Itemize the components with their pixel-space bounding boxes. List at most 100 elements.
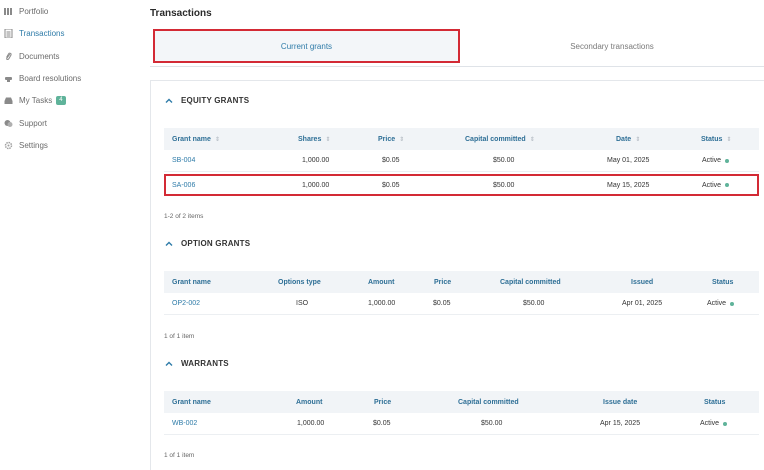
sort-icon: ⇕ [635,136,641,143]
pagination-info: 1 of 1 item [164,452,195,459]
page-title: Transactions [150,8,212,19]
issue-date-cell: Apr 15, 2025 [600,420,641,427]
pagination-info: 1-2 of 2 items [164,213,204,220]
sort-icon: ⇕ [325,136,331,143]
sidebar-item-settings[interactable]: Settings [4,138,48,152]
options-table-header: Grant name Options type Amount Price Cap… [164,271,759,293]
column-header: Price [374,398,392,406]
inbox-icon [4,96,13,105]
column-header: Price [434,278,452,286]
price-cell: $0.05 [382,181,400,189]
status-text: Active [702,157,722,164]
column-header: Issue date [603,398,638,406]
sidebar-item-label: Documents [19,51,60,61]
sort-icon: ⇕ [214,136,220,143]
column-header: Grant name [172,398,211,406]
column-header: Issued [631,278,654,286]
sidebar-item-label: Board resolutions [19,73,82,83]
capital-cell: $50.00 [523,300,545,307]
equity-table-header: Grant name ⇕ Shares ⇕ Price ⇕ Capital commi… [164,128,759,150]
sort-icon: ⇕ [726,136,732,143]
sidebar-item-transactions[interactable]: Transactions [4,26,65,40]
chevron-up-icon [165,97,173,105]
sidebar-item-portfolio[interactable]: Portfolio [4,4,48,18]
amount-cell: 1,000.00 [297,420,325,427]
sort-icon: ⇕ [399,136,405,143]
paperclip-icon [4,52,13,61]
grant-name-link[interactable]: OP2-002 [172,293,200,314]
status-dot-icon [725,158,730,163]
sidebar: Portfolio Transactions Documents Board r… [0,0,140,470]
sidebar-item-support[interactable]: Support [4,116,47,130]
sidebar-item-label: Settings [19,140,48,150]
tab-current-grants[interactable]: Current grants [153,29,460,63]
column-header: Amount [368,278,395,286]
column-header[interactable]: Status ⇕ [701,128,731,150]
capital-cell: $50.00 [481,420,503,427]
column-header: Options type [278,278,321,286]
shares-cell: 1,000.00 [302,157,330,164]
column-header[interactable]: Grant name ⇕ [172,128,220,150]
section-title: OPTION GRANTS [181,239,251,248]
column-header: Status [712,278,734,286]
status-cell: Active [707,293,735,314]
status-dot-icon [723,421,728,426]
equity-grants-toggle[interactable]: EQUITY GRANTS [165,96,249,105]
column-header[interactable]: Capital committed ⇕ [465,128,535,150]
status-cell: Active [702,176,730,194]
status-cell: Active [700,413,728,434]
grant-name-link[interactable]: WB-002 [172,413,197,434]
column-header: Grant name [172,278,211,286]
option-grants-toggle[interactable]: OPTION GRANTS [165,239,250,248]
column-header[interactable]: Price ⇕ [378,128,404,150]
grant-name-link[interactable]: SB-004 [172,150,195,171]
warrants-toggle[interactable]: WARRANTS [165,359,229,368]
date-cell: May 15, 2025 [607,181,650,189]
sidebar-item-label: Portfolio [19,6,49,16]
options-type-cell: ISO [296,300,309,307]
table-row-highlighted: SA-006 1,000.00 $0.05 $50.00 May 15, 202… [164,174,759,196]
issued-cell: Apr 01, 2025 [622,300,663,307]
status-text: Active [702,181,722,189]
table-row: WB-002 1,000.00 $0.05 $50.00 Apr 15, 202… [164,413,759,435]
sidebar-item-my-tasks[interactable]: My Tasks 4 [4,93,66,107]
price-cell: $0.05 [433,300,451,307]
sidebar-item-documents[interactable]: Documents [4,49,59,63]
sidebar-item-board-resolutions[interactable]: Board resolutions [4,71,81,85]
date-cell: May 01, 2025 [607,157,650,164]
pagination-info: 1 of 1 item [164,333,195,340]
amount-cell: 1,000.00 [368,300,396,307]
price-cell: $0.05 [373,420,391,427]
sidebar-item-label: Support [19,118,48,128]
status-text: Active [707,300,727,307]
table-row: SB-004 1,000.00 $0.05 $50.00 May 01, 202… [164,150,759,172]
gear-icon [4,141,13,150]
section-title: EQUITY GRANTS [181,96,250,105]
column-header: Status [704,398,726,406]
column-header[interactable]: Shares ⇕ [298,128,330,150]
chevron-up-icon [165,360,173,368]
grant-name-link[interactable]: SA-006 [172,176,195,194]
gavel-icon [4,74,13,83]
table-row: OP2-002 ISO 1,000.00 $0.05 $50.00 Apr 01… [164,293,759,315]
chat-icon [4,119,13,128]
sort-icon: ⇕ [529,136,535,143]
column-header: Amount [296,398,323,406]
section-title: WARRANTS [181,359,229,368]
column-header: Capital committed [458,398,519,406]
sidebar-item-label: Transactions [19,28,65,38]
column-header[interactable]: Date ⇕ [616,128,640,150]
status-cell: Active [702,150,730,171]
warrants-table-header: Grant name Amount Price Capital committe… [164,391,759,413]
document-icon [4,28,13,38]
capital-cell: $50.00 [493,181,515,189]
tasks-count-badge: 4 [56,95,66,105]
bars-icon [4,7,13,16]
status-dot-icon [725,183,730,187]
tab-secondary-transactions[interactable]: Secondary transactions [460,29,764,63]
sidebar-item-label: My Tasks [19,95,53,105]
column-header: Capital committed [500,278,561,286]
status-text: Active [700,420,720,427]
tab-bar: Current grants Secondary transactions [150,27,764,67]
price-cell: $0.05 [382,157,400,164]
